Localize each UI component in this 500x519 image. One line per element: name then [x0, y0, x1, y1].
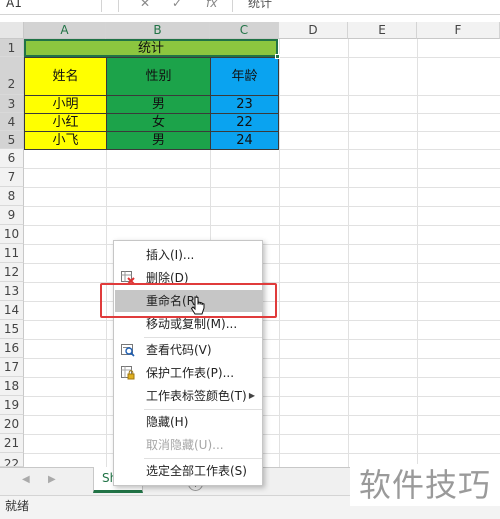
menu-item-label: 隐藏(H) — [146, 415, 189, 429]
menu-separator — [144, 458, 262, 459]
enter-icon[interactable]: ✓ — [172, 0, 182, 12]
age-cell[interactable]: 22 — [210, 113, 279, 132]
age-cell[interactable]: 24 — [210, 131, 279, 150]
select-all-corner[interactable] — [0, 22, 24, 39]
row-header[interactable]: 9 — [0, 206, 24, 225]
status-text: 就绪 — [5, 499, 30, 513]
row-header[interactable]: 21 — [0, 434, 24, 453]
column-header-b[interactable]: B — [106, 22, 210, 39]
row-header[interactable]: 8 — [0, 187, 24, 206]
name-cell[interactable]: 小飞 — [24, 131, 107, 150]
row-header[interactable]: 6 — [0, 149, 24, 168]
grid-line — [24, 168, 500, 169]
menu-item-protect-sheet[interactable]: 保护工作表(P)... — [115, 362, 263, 384]
row-header[interactable]: 17 — [0, 358, 24, 377]
row-header[interactable]: 1 — [0, 39, 24, 57]
submenu-arrow-icon: ▶ — [248, 391, 255, 400]
gender-cell[interactable]: 男 — [106, 131, 211, 150]
menu-item-insert[interactable]: 插入(I)... — [115, 244, 263, 266]
menu-item-view-code[interactable]: 查看代码(V) — [115, 339, 263, 361]
fx-icon[interactable]: fx — [206, 0, 217, 12]
watermark: 软件技巧 — [350, 464, 500, 506]
column-header-c[interactable]: C — [210, 22, 279, 39]
row-header[interactable]: 4 — [0, 113, 24, 131]
formula-bar-separator — [118, 0, 119, 12]
protect-sheet-icon — [121, 366, 135, 380]
formula-bar: A1 ✕ ✓ fx 统计 — [0, 0, 500, 15]
menu-separator — [144, 337, 262, 338]
menu-item-hide[interactable]: 隐藏(H) — [115, 411, 263, 433]
menu-item-label: 查看代码(V) — [146, 343, 212, 357]
column-header-a[interactable]: A — [24, 22, 106, 39]
menu-item-label: 插入(I)... — [146, 248, 195, 262]
name-cell[interactable]: 小明 — [24, 95, 107, 114]
name-cell[interactable]: 小红 — [24, 113, 107, 132]
gender-cell[interactable]: 男 — [106, 95, 211, 114]
formula-content[interactable]: 统计 — [248, 0, 272, 12]
row-header[interactable]: 18 — [0, 377, 24, 396]
grid-line — [348, 39, 349, 467]
row-header[interactable]: 19 — [0, 396, 24, 415]
column-header-f[interactable]: F — [417, 22, 500, 39]
menu-item-label: 工作表标签颜色(T) — [146, 389, 247, 403]
menu-item-unhide: 取消隐藏(U)... — [115, 434, 263, 456]
view-code-icon — [121, 344, 135, 357]
grid-line — [279, 39, 280, 467]
tab-scroll-left-icon[interactable]: ◀ — [22, 474, 30, 485]
row-header[interactable]: 7 — [0, 168, 24, 187]
row-header[interactable]: 12 — [0, 263, 24, 282]
header-cell-gender[interactable]: 性别 — [106, 57, 211, 96]
row-header[interactable]: 15 — [0, 320, 24, 339]
row-header[interactable]: 22 — [0, 453, 24, 467]
row-header[interactable]: 11 — [0, 244, 24, 263]
row-header[interactable]: 20 — [0, 415, 24, 434]
grid-line — [417, 39, 418, 467]
row-header[interactable]: 2 — [0, 57, 24, 95]
formula-bar-separator — [232, 0, 233, 12]
title-cell-selected[interactable]: 统计 — [24, 39, 278, 57]
menu-item-tab-color[interactable]: 工作表标签颜色(T) ▶ — [115, 385, 263, 407]
row-header[interactable]: 13 — [0, 282, 24, 301]
mouse-cursor-icon — [190, 296, 205, 315]
column-header-d[interactable]: D — [279, 22, 348, 39]
menu-separator — [144, 409, 262, 410]
rename-highlight-box — [100, 283, 277, 318]
name-box[interactable]: A1 — [0, 0, 102, 12]
menu-item-label: 选定全部工作表(S) — [146, 464, 247, 478]
sheet-tab-context-menu: 插入(I)... 删除(D) 重命名(R) 移动或复制(M)... 查看代码(V… — [113, 240, 263, 486]
grid-line — [24, 187, 500, 188]
row-header[interactable]: 14 — [0, 301, 24, 320]
header-cell-name[interactable]: 姓名 — [24, 57, 107, 96]
menu-item-label: 取消隐藏(U)... — [146, 438, 224, 452]
grid-line — [24, 225, 500, 226]
row-header[interactable]: 5 — [0, 131, 24, 149]
row-header[interactable]: 16 — [0, 339, 24, 358]
column-header-e[interactable]: E — [348, 22, 417, 39]
menu-item-label: 保护工作表(P)... — [146, 366, 235, 380]
cancel-icon[interactable]: ✕ — [140, 0, 150, 12]
tab-scroll-right-icon[interactable]: ▶ — [48, 474, 56, 485]
menu-item-select-all-sheets[interactable]: 选定全部工作表(S) — [115, 460, 263, 482]
grid-line — [24, 206, 500, 207]
row-header[interactable]: 10 — [0, 225, 24, 244]
age-cell[interactable]: 23 — [210, 95, 279, 114]
gender-cell[interactable]: 女 — [106, 113, 211, 132]
row-header[interactable]: 3 — [0, 95, 24, 113]
fill-handle[interactable] — [275, 54, 280, 59]
header-cell-age[interactable]: 年龄 — [210, 57, 279, 96]
